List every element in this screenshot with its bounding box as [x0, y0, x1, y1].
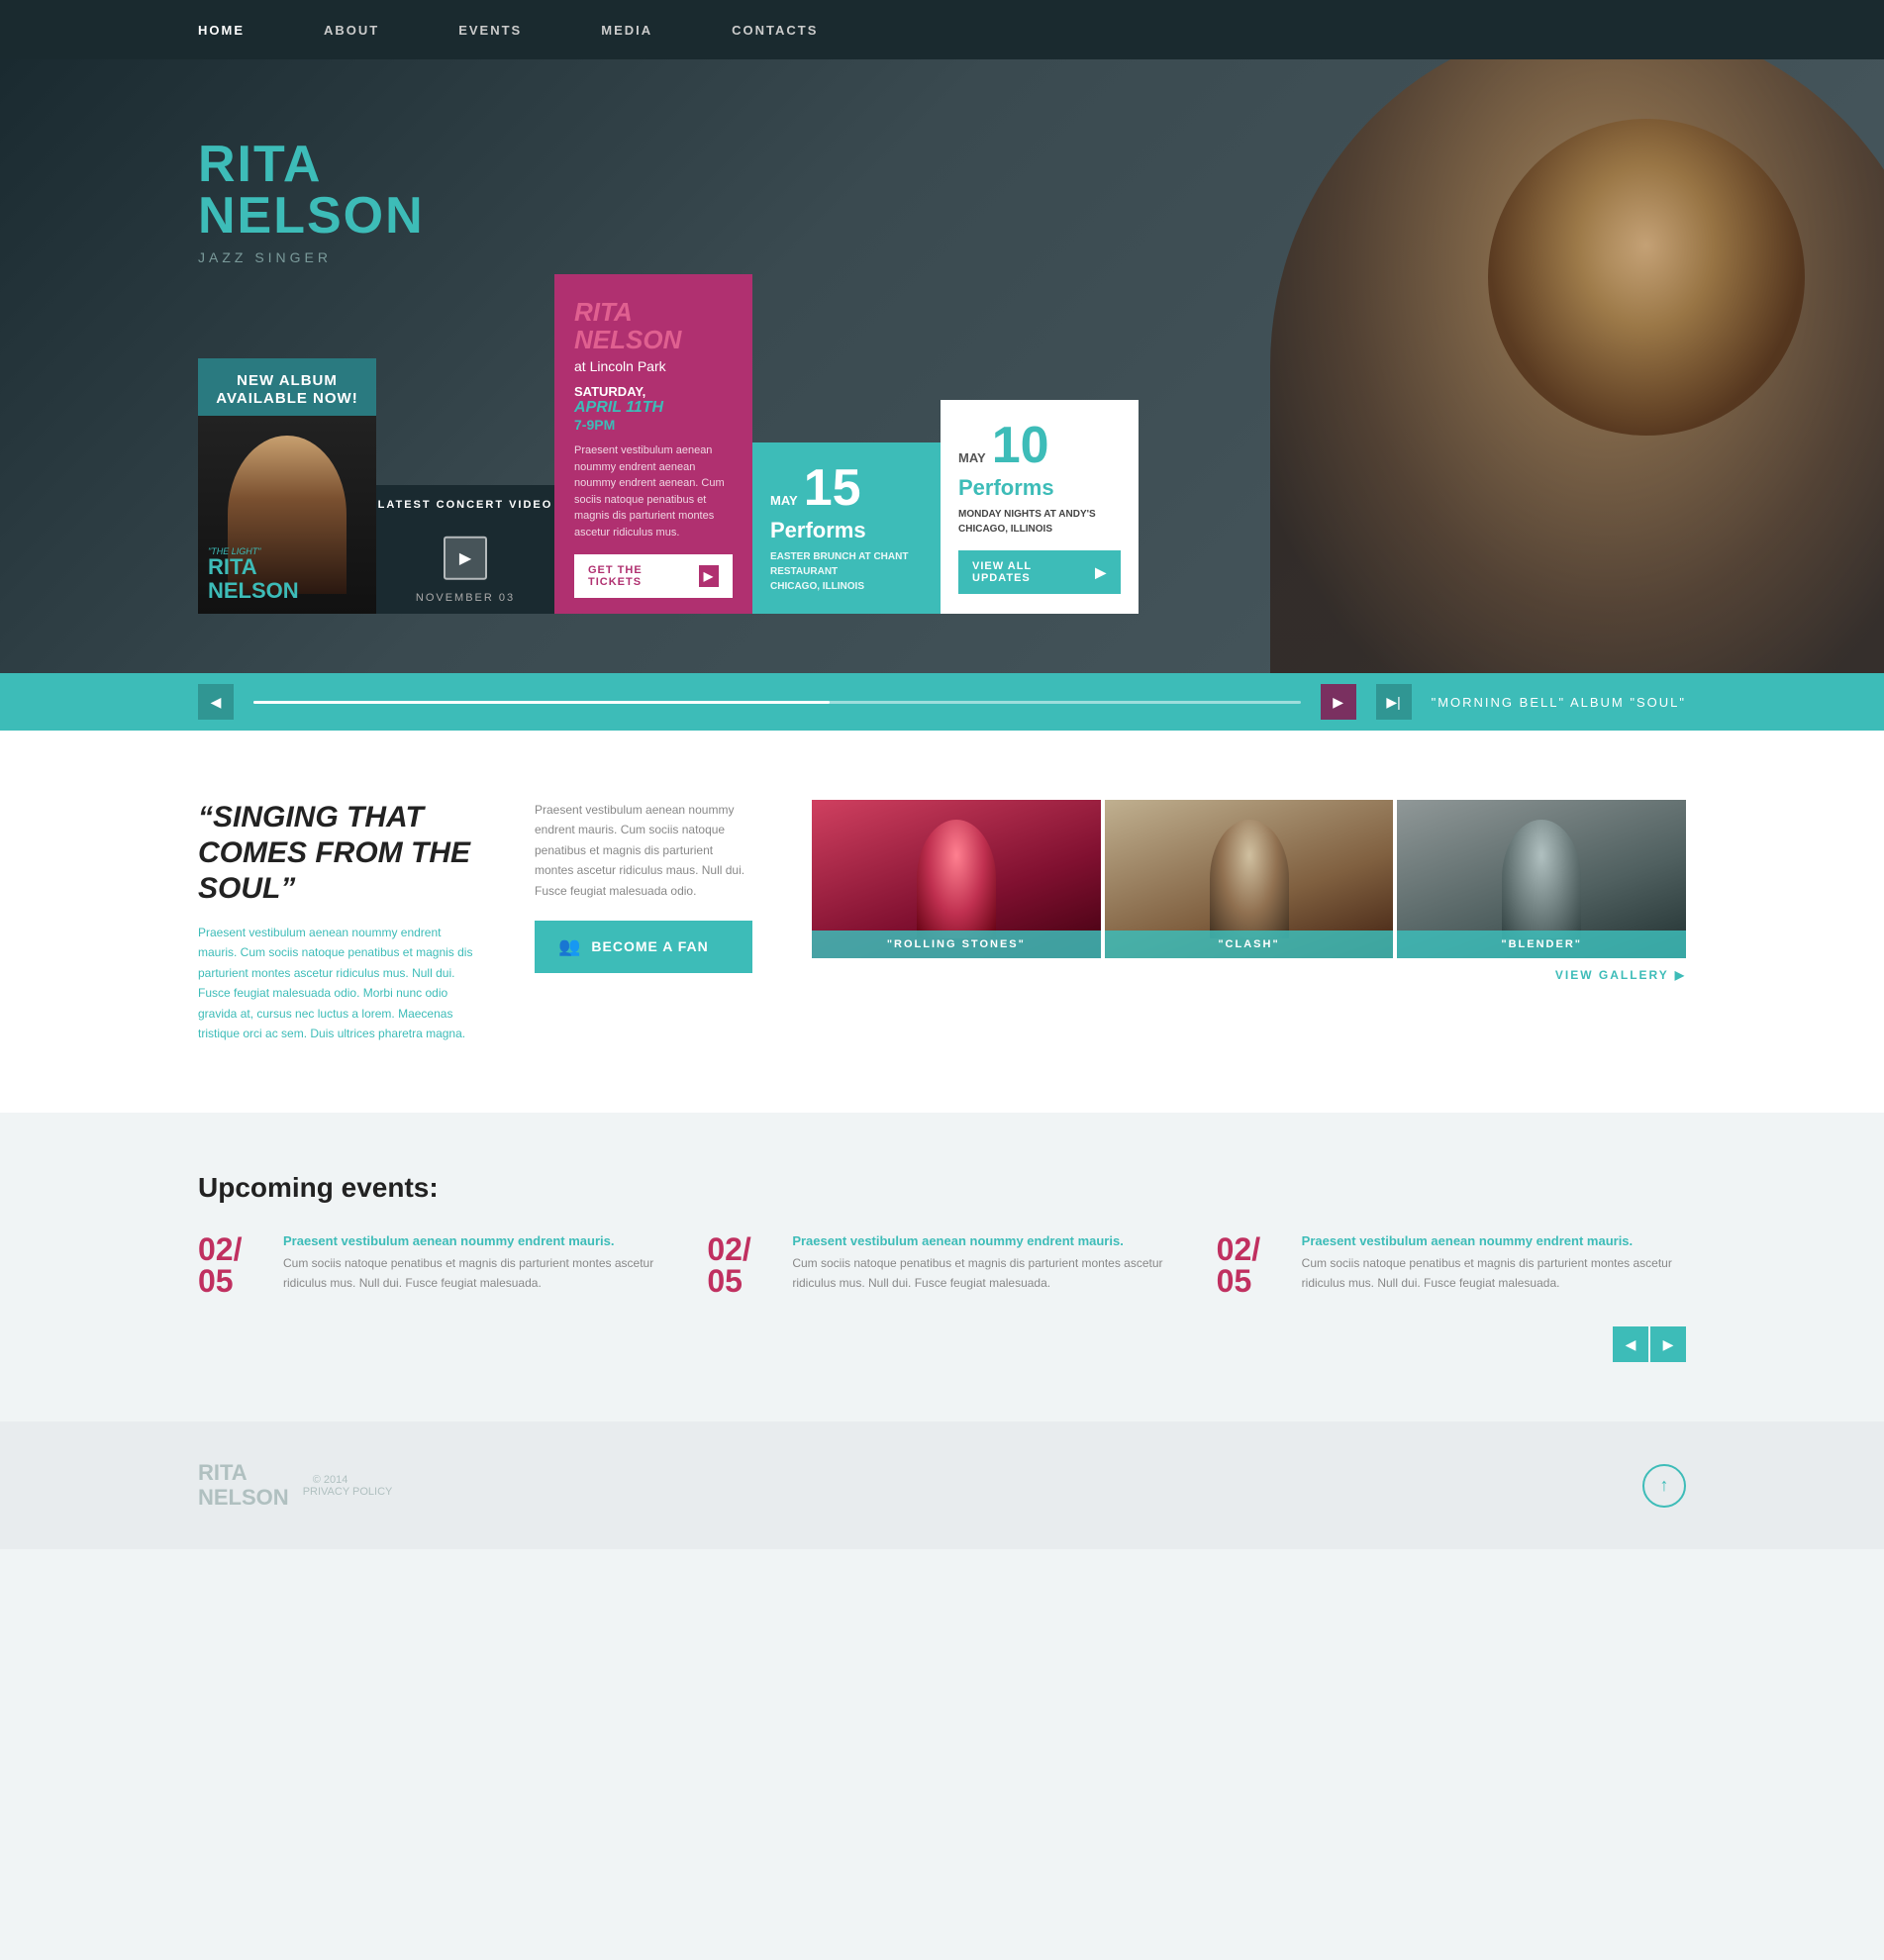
tickets-button[interactable]: GET THE TICKETS ▶: [574, 554, 733, 598]
footer: RITA NELSON © 2014 PRIVACY POLICY ↑: [0, 1421, 1884, 1548]
white-performs: Performs: [958, 475, 1121, 501]
hero-artist-name: RITA NELSON: [198, 139, 1884, 242]
view-all-arrow: ▶: [1095, 564, 1107, 581]
footer-logo: RITA NELSON: [198, 1461, 289, 1509]
event-item: 02/ 05 Praesent vestibulum aenean noummy…: [707, 1233, 1176, 1297]
slider-fill: [253, 701, 830, 704]
event-date: 02/ 05: [707, 1233, 776, 1297]
pink-artist-name: RITA NELSON: [574, 298, 733, 354]
event-info: Praesent vestibulum aenean noummy endren…: [792, 1233, 1176, 1297]
pink-time: 7-9PM: [574, 417, 733, 433]
pink-day: SATURDAY,: [574, 384, 733, 399]
gallery-item[interactable]: "BLENDER": [1397, 800, 1686, 958]
video-date: NOVEMBER 03: [376, 592, 554, 604]
slider-skip-button[interactable]: ▶|: [1376, 684, 1412, 720]
album-image: "THE LIGHT" RITA NELSON: [198, 416, 376, 614]
hero-content: RITA NELSON JAZZ SINGER: [0, 59, 1884, 265]
album-text: "THE LIGHT" RITA NELSON: [208, 546, 299, 604]
teal-day: 15: [804, 462, 861, 514]
video-label: LATEST CONCERT VIDEO: [376, 499, 554, 511]
event-date: 02/ 05: [198, 1233, 267, 1297]
hero-subtitle: JAZZ SINGER: [198, 249, 1884, 265]
event-card-pink: RITA NELSON at Lincoln Park SATURDAY, AP…: [554, 274, 752, 614]
event-info: Praesent vestibulum aenean noummy endren…: [283, 1233, 667, 1297]
events-section: Upcoming events: 02/ 05 Praesent vestibu…: [0, 1113, 1884, 1421]
gallery-section: "ROLLING STONES" "CLASH" "BLENDER": [812, 800, 1686, 1043]
white-may: MAY: [958, 450, 986, 465]
view-all-button[interactable]: VIEW ALL UPDATES ▶: [958, 550, 1121, 594]
hero-section: RITA NELSON JAZZ SINGER NEW ALBUM AVAILA…: [0, 59, 1884, 673]
nav-home[interactable]: HOME: [198, 23, 245, 38]
nav-media[interactable]: MEDIA: [601, 23, 652, 38]
footer-copyright: © 2014: [313, 1474, 393, 1486]
become-fan-button[interactable]: 👥 BECOME A FAN: [535, 921, 752, 973]
event-card-white: MAY 10 Performs MONDAY NIGHTS AT ANDY'S …: [941, 400, 1139, 614]
gallery-label-2: "CLASH": [1105, 931, 1394, 958]
slider-next-button[interactable]: ▶: [1321, 684, 1356, 720]
body-text-block: Praesent vestibulum aenean noummy endren…: [535, 800, 752, 1043]
footer-privacy[interactable]: PRIVACY POLICY: [303, 1486, 393, 1498]
quote-block: “SINGING THAT COMES FROM THE SOUL” Praes…: [198, 800, 475, 1043]
pink-location: at Lincoln Park: [574, 358, 733, 374]
pink-date: APRIL 11TH: [574, 399, 733, 417]
view-gallery-link[interactable]: VIEW GALLERY ▶: [812, 968, 1686, 982]
main-nav: HOME ABOUT EVENTS MEDIA CONTACTS: [0, 0, 1884, 59]
pink-description: Praesent vestibulum aenean noummy endren…: [574, 442, 733, 540]
quote-body: Praesent vestibulum aenean noummy endren…: [198, 923, 475, 1043]
fan-icon: 👥: [558, 936, 581, 957]
events-next-button[interactable]: ▶: [1650, 1326, 1686, 1362]
tickets-arrow: ▶: [699, 565, 719, 587]
event-item: 02/ 05 Praesent vestibulum aenean noummy…: [1217, 1233, 1686, 1297]
gallery-label-3: "BLENDER": [1397, 931, 1686, 958]
events-nav: ◀ ▶: [198, 1326, 1686, 1362]
event-date: 02/ 05: [1217, 1233, 1286, 1297]
nav-contacts[interactable]: CONTACTS: [732, 23, 818, 38]
nav-about[interactable]: ABOUT: [324, 23, 379, 38]
slider-bar: ◀ ▶ ▶| "MORNING BELL" ALBUM "SOUL": [0, 673, 1884, 731]
gallery-item[interactable]: "CLASH": [1105, 800, 1394, 958]
events-grid: 02/ 05 Praesent vestibulum aenean noummy…: [198, 1233, 1686, 1297]
slider-progress: [253, 701, 1301, 704]
slider-label: "MORNING BELL" ALBUM "SOUL": [1432, 695, 1686, 710]
main-quote: “SINGING THAT COMES FROM THE SOUL”: [198, 800, 475, 907]
gallery-arrow: ▶: [1675, 968, 1686, 982]
teal-desc: EASTER BRUNCH AT CHANT RESTAURANT CHICAG…: [770, 549, 923, 594]
teal-may: MAY: [770, 493, 798, 508]
gallery-item[interactable]: "ROLLING STONES": [812, 800, 1101, 958]
white-desc: MONDAY NIGHTS AT ANDY'S CHICAGO, ILLINOI…: [958, 507, 1121, 537]
gallery-grid: "ROLLING STONES" "CLASH" "BLENDER": [812, 800, 1686, 958]
album-card-label: NEW ALBUM AVAILABLE NOW!: [198, 358, 376, 416]
video-play-button[interactable]: [444, 537, 487, 580]
white-day: 10: [992, 420, 1049, 471]
event-info: Praesent vestibulum aenean noummy endren…: [1302, 1233, 1686, 1297]
event-card-teal: MAY 15 Performs EASTER BRUNCH AT CHANT R…: [752, 442, 941, 614]
event-item: 02/ 05 Praesent vestibulum aenean noummy…: [198, 1233, 667, 1297]
slider-prev-button[interactable]: ◀: [198, 684, 234, 720]
video-card: LATEST CONCERT VIDEO NOVEMBER 03: [376, 485, 554, 614]
content-section: “SINGING THAT COMES FROM THE SOUL” Praes…: [0, 731, 1884, 1113]
body-text: Praesent vestibulum aenean noummy endren…: [535, 800, 752, 901]
album-card: NEW ALBUM AVAILABLE NOW! "THE LIGHT" RIT…: [198, 358, 376, 614]
teal-performs: Performs: [770, 518, 923, 543]
hero-cards: NEW ALBUM AVAILABLE NOW! "THE LIGHT" RIT…: [198, 274, 1139, 614]
events-title: Upcoming events:: [198, 1172, 1686, 1204]
gallery-label-1: "ROLLING STONES": [812, 931, 1101, 958]
back-to-top-button[interactable]: ↑: [1642, 1464, 1686, 1508]
events-prev-button[interactable]: ◀: [1613, 1326, 1648, 1362]
nav-events[interactable]: EVENTS: [458, 23, 522, 38]
